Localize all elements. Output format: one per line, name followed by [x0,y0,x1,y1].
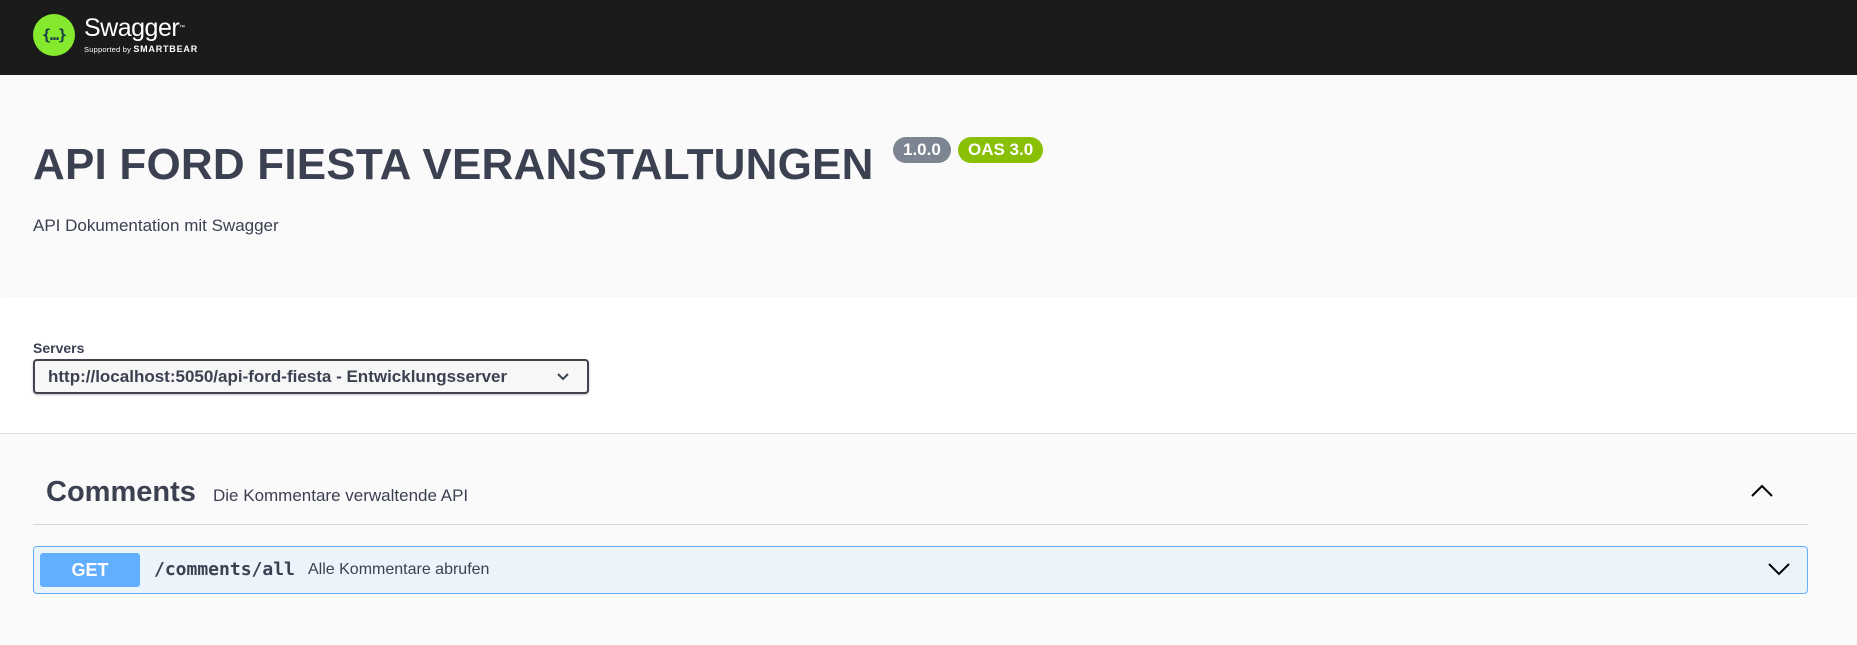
operation-path: /comments/all [154,559,295,580]
tag-description: Die Kommentare verwaltende API [213,486,469,505]
http-method-badge: GET [40,553,140,587]
chevron-up-icon[interactable] [1750,482,1774,503]
operations-section: Comments Die Kommentare verwaltende API … [0,434,1857,645]
server-select-value: http://localhost:5050/api-ford-fiesta - … [48,366,508,386]
operation-get-comments-all[interactable]: GET /comments/all Alle Kommentare abrufe… [33,546,1808,594]
servers-section: Servers http://localhost:5050/api-ford-f… [0,297,1857,434]
version-badge: 1.0.0 [893,137,951,163]
logo-name: Swagger™ [84,14,198,42]
chevron-down-icon [555,370,571,389]
chevron-down-icon[interactable] [1767,560,1791,583]
info-section: API FORD FIESTA VERANSTALTUNGEN 1.0.0 OA… [0,75,1857,297]
oas-badge: OAS 3.0 [958,137,1044,163]
topbar: {…} Swagger™ Supported by SMARTBEAR [0,0,1857,75]
logo-trademark: ™ [179,25,185,31]
tag-header-comments[interactable]: Comments Die Kommentare verwaltende API [33,464,1808,525]
swagger-logo[interactable]: {…} Swagger™ Supported by SMARTBEAR [33,14,198,56]
operation-summary: Alle Kommentare abrufen [308,561,490,578]
swagger-logo-icon: {…} [33,14,75,56]
logo-supported-by: Supported by SMARTBEAR [84,44,198,54]
tag-name: Comments [46,476,196,508]
logo-text: Swagger™ Supported by SMARTBEAR [84,14,198,54]
server-select[interactable]: http://localhost:5050/api-ford-fiesta - … [33,359,589,394]
logo-supported-prefix: Supported by [84,45,132,54]
api-description: API Dokumentation mit Swagger [33,216,279,235]
logo-name-text: Swagger [84,14,180,42]
servers-label: Servers [33,340,85,356]
logo-supported-brand: SMARTBEAR [133,44,199,54]
logo-glyph: {…} [41,26,67,44]
page-title: API FORD FIESTA VERANSTALTUNGEN [33,140,874,189]
